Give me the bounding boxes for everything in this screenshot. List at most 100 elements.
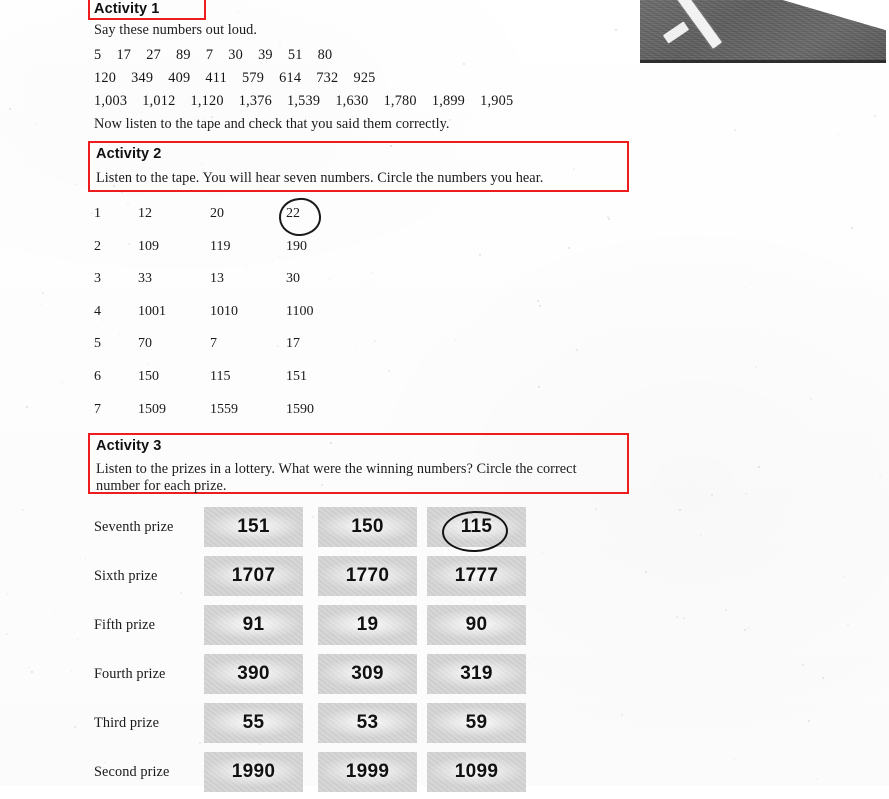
scan-speck [86, 487, 87, 488]
scan-speck [725, 609, 728, 612]
prize-option-number: 1707 [231, 565, 276, 586]
scan-speck [330, 442, 332, 444]
activity-3-instruction: Listen to the prizes in a lottery. What … [96, 461, 577, 494]
prize-option-cell[interactable]: 59 [427, 703, 526, 743]
scan-speck [478, 294, 479, 295]
scan-speck [42, 292, 44, 294]
prize-option-number: 59 [465, 712, 488, 733]
scan-speck [573, 168, 575, 170]
prize-option-cell[interactable]: 1999 [318, 752, 417, 792]
scan-speck [537, 300, 540, 303]
scan-speck [621, 489, 622, 490]
scan-speck [609, 669, 611, 671]
scan-speck [744, 287, 746, 289]
scan-speck [201, 164, 202, 165]
scan-speck [679, 509, 681, 511]
activity-2-option[interactable]: 151 [286, 369, 307, 385]
activity-2-option[interactable]: 20 [210, 206, 224, 222]
activity-2-option[interactable]: 150 [138, 369, 159, 385]
prize-option-cell[interactable]: 1099 [427, 752, 526, 792]
activity-2-row: 1 12 20 22 [94, 206, 394, 239]
prize-option-cell[interactable]: 19 [318, 605, 417, 645]
scan-speck [130, 139, 131, 140]
scan-speck [55, 613, 56, 614]
prize-option-cell[interactable]: 1990 [204, 752, 303, 792]
scan-speck [700, 534, 702, 536]
activity-2-option[interactable]: 115 [210, 369, 230, 385]
activity-2-option[interactable]: 1010 [210, 304, 238, 320]
scan-speck [365, 501, 366, 502]
prize-option-number: 115 [460, 516, 493, 537]
prize-option-cell[interactable]: 390 [204, 654, 303, 694]
prize-option-cell[interactable]: 115 [427, 507, 526, 547]
prize-option-cell[interactable]: 1777 [427, 556, 526, 596]
activity-2-option[interactable]: 1590 [286, 402, 314, 418]
prize-option-cell[interactable]: 53 [318, 703, 417, 743]
activity-2-option[interactable]: 70 [138, 336, 152, 352]
prize-option-cell[interactable]: 55 [204, 703, 303, 743]
activity-2-row-index: 2 [94, 238, 101, 254]
activity-2-option[interactable]: 33 [138, 271, 152, 287]
scan-speck [734, 759, 735, 760]
activity-1-outro: Now listen to the tape and check that yo… [94, 116, 450, 132]
activity-2-option[interactable]: 119 [210, 239, 230, 255]
prize-option-number: 390 [237, 663, 270, 684]
activity-2-option[interactable]: 17 [286, 336, 300, 352]
activity-2-option[interactable]: 30 [286, 271, 300, 287]
prize-option-cell[interactable]: 1770 [318, 556, 417, 596]
activity-2-row-index: 3 [94, 271, 101, 287]
prize-option-cell[interactable]: 151 [204, 507, 303, 547]
activity-2-instruction: Listen to the tape. You will hear seven … [96, 170, 544, 186]
scan-speck [748, 627, 750, 629]
scan-speck [541, 608, 542, 609]
prize-option-number: 55 [242, 712, 265, 733]
activity-2-option[interactable]: 190 [286, 239, 307, 255]
activity-2-option[interactable]: 13 [210, 271, 224, 287]
activity-2-option[interactable]: 22 [286, 206, 300, 222]
scan-speck [538, 386, 540, 388]
scan-speck [36, 124, 38, 126]
activity-2-row-index: 7 [94, 401, 101, 417]
scan-speck [851, 227, 853, 229]
prize-row-label: Sixth prize [94, 568, 158, 584]
scan-speck [548, 401, 550, 403]
scan-speck [518, 154, 520, 156]
activity-2-option[interactable]: 1559 [210, 402, 238, 418]
scan-speck [810, 398, 812, 400]
scan-speck [6, 593, 8, 595]
scan-speck [319, 190, 321, 192]
activity-3-title: Activity 3 [96, 438, 162, 454]
scan-speck [262, 189, 263, 190]
scan-speck [479, 254, 482, 257]
scan-speck [676, 616, 678, 618]
scan-speck [681, 292, 683, 294]
scan-speck [630, 486, 631, 487]
activity-2-option[interactable]: 1100 [286, 304, 313, 320]
scan-speck [279, 44, 281, 46]
scan-speck [127, 203, 130, 206]
scan-speck [413, 391, 414, 392]
prize-option-cell[interactable]: 309 [318, 654, 417, 694]
prize-option-cell[interactable]: 90 [427, 605, 526, 645]
activity-2-option[interactable]: 12 [138, 206, 152, 222]
scan-speck [645, 571, 647, 573]
scan-speck [539, 305, 541, 307]
prize-option-cell[interactable]: 91 [204, 605, 303, 645]
prize-option-number: 53 [356, 712, 379, 733]
prize-option-cell[interactable]: 150 [318, 507, 417, 547]
prize-option-cell[interactable]: 319 [427, 654, 526, 694]
prize-option-number: 150 [351, 516, 384, 537]
activity-2-row: 6 150 115 151 [94, 369, 394, 402]
activity-2-row: 5 70 7 17 [94, 336, 394, 369]
prize-option-number: 19 [356, 614, 379, 635]
prize-option-cell[interactable]: 1707 [204, 556, 303, 596]
scan-speck [487, 436, 489, 438]
activity-2-option[interactable]: 1001 [138, 304, 166, 320]
activity-2-option[interactable]: 7 [210, 336, 217, 352]
scan-speck [11, 202, 13, 204]
activity-2-option[interactable]: 109 [138, 239, 159, 255]
activity-2-option[interactable]: 1509 [138, 402, 166, 418]
scan-speck [9, 108, 12, 111]
scan-speck [121, 191, 123, 193]
scan-speck [141, 112, 142, 113]
